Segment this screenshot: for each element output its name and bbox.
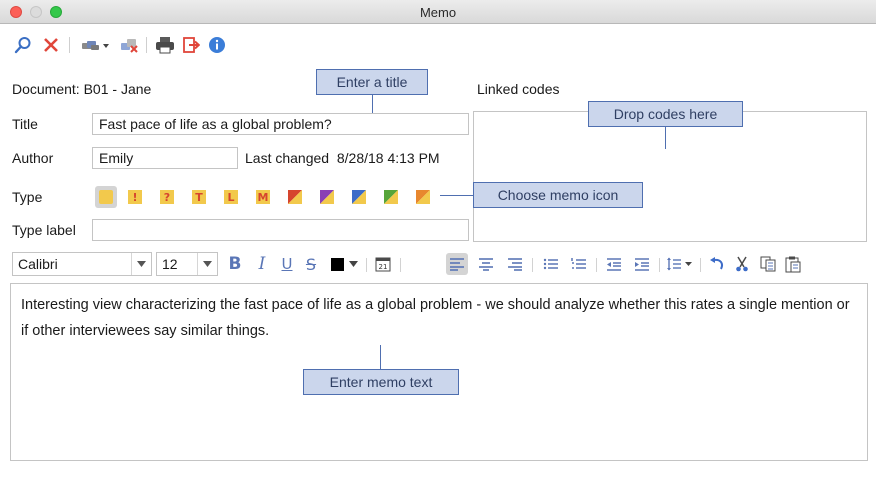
- callout-connector: [440, 195, 473, 196]
- toolbar-divider: [146, 37, 147, 53]
- memo-text[interactable]: Interesting view characterizing the fast…: [21, 292, 859, 344]
- linked-codes-label: Linked codes: [477, 81, 560, 97]
- export-icon[interactable]: [180, 34, 202, 56]
- align-left-button[interactable]: [446, 253, 468, 275]
- blue-yellow-icon: [352, 190, 366, 204]
- undo-icon[interactable]: [706, 253, 728, 275]
- type-label-field[interactable]: [92, 219, 469, 241]
- document-label: Document: B01 - Jane: [12, 81, 151, 97]
- question-icon: ?: [160, 190, 174, 204]
- info-icon[interactable]: [206, 34, 228, 56]
- chevron-down-icon: [131, 253, 151, 275]
- text-color-swatch: [330, 257, 344, 271]
- last-changed-label: Last changed: [245, 150, 330, 166]
- toolbar-divider: [596, 258, 597, 272]
- insert-date-icon[interactable]: 21: [372, 253, 394, 275]
- memo-type-green-yellow[interactable]: [380, 186, 402, 208]
- toolbar-divider: [69, 37, 70, 53]
- window-titlebar: Memo: [0, 0, 876, 24]
- callout-choose-icon: Choose memo icon: [473, 182, 643, 208]
- author-label: Author: [12, 150, 54, 166]
- bullet-list-button[interactable]: [540, 253, 562, 275]
- last-changed: Last changed 8/28/18 4:13 PM: [245, 150, 440, 166]
- callout-enter-title: Enter a title: [316, 69, 428, 95]
- memo-type-purple-yellow[interactable]: [316, 186, 338, 208]
- toolbar-divider: [532, 258, 533, 272]
- toolbar-divider: [659, 258, 660, 272]
- bold-button[interactable]: B: [224, 253, 246, 275]
- red-yellow-icon: [288, 190, 302, 204]
- document-name: B01 - Jane: [83, 81, 152, 97]
- align-center-button[interactable]: [475, 253, 497, 275]
- chevron-down-icon: [348, 261, 358, 267]
- title-field[interactable]: [92, 113, 469, 135]
- author-field[interactable]: [92, 147, 238, 169]
- window-bottom: [0, 470, 876, 490]
- font-family-value: Calibri: [18, 256, 58, 272]
- letter-t-icon: T: [192, 190, 206, 204]
- document-label-text: Document:: [12, 81, 80, 97]
- svg-text:21: 21: [379, 263, 388, 271]
- green-yellow-icon: [384, 190, 398, 204]
- delete-link-icon[interactable]: [118, 34, 140, 56]
- link-dropdown-icon[interactable]: [80, 34, 114, 56]
- close-icon[interactable]: [40, 34, 62, 56]
- last-changed-value: 8/28/18 4:13 PM: [336, 150, 440, 166]
- font-size-select[interactable]: 12: [156, 252, 218, 276]
- memo-type-orange-yellow[interactable]: [412, 186, 434, 208]
- memo-type-exclamation[interactable]: !: [124, 186, 146, 208]
- linked-codes-drop-area[interactable]: [473, 111, 867, 242]
- type-label-label: Type label: [12, 222, 76, 238]
- toolbar-divider: [700, 258, 701, 272]
- text-color-dropdown[interactable]: [346, 253, 360, 275]
- align-right-button[interactable]: [504, 253, 526, 275]
- memo-type-m[interactable]: M: [252, 186, 274, 208]
- memo-type-yellow-icon: [99, 190, 113, 204]
- toolbar-divider: [400, 258, 401, 272]
- memo-type-l[interactable]: L: [220, 186, 242, 208]
- indent-button[interactable]: [631, 253, 653, 275]
- purple-yellow-icon: [320, 190, 334, 204]
- strikethrough-button[interactable]: S: [300, 253, 322, 275]
- toolbar-divider: [366, 258, 367, 272]
- callout-enter-memo-text: Enter memo text: [303, 369, 459, 395]
- memo-type-question[interactable]: ?: [156, 186, 178, 208]
- memo-type-blue-yellow[interactable]: [348, 186, 370, 208]
- exclamation-icon: !: [128, 190, 142, 204]
- font-size-value: 12: [162, 256, 178, 272]
- title-label: Title: [12, 116, 38, 132]
- print-icon[interactable]: [154, 34, 176, 56]
- letter-m-icon: M: [256, 190, 270, 204]
- paste-icon[interactable]: [782, 253, 804, 275]
- main-toolbar: [0, 25, 876, 65]
- callout-drop-codes: Drop codes here: [588, 101, 743, 127]
- chevron-down-icon: [197, 253, 217, 275]
- callout-connector: [372, 95, 373, 113]
- cut-icon[interactable]: [731, 253, 753, 275]
- font-family-select[interactable]: Calibri: [12, 252, 152, 276]
- window-title: Memo: [419, 5, 457, 20]
- copy-icon[interactable]: [757, 253, 779, 275]
- line-spacing-button[interactable]: [665, 253, 695, 275]
- search-icon[interactable]: [12, 34, 34, 56]
- outdent-button[interactable]: [603, 253, 625, 275]
- text-color-button[interactable]: [326, 253, 348, 275]
- format-toolbar: Calibri 12 B I U S 21: [0, 248, 876, 280]
- letter-l-icon: L: [224, 190, 238, 204]
- callout-connector: [380, 345, 381, 369]
- memo-type-t[interactable]: T: [188, 186, 210, 208]
- memo-type-red-yellow[interactable]: [284, 186, 306, 208]
- underline-button[interactable]: U: [276, 253, 298, 275]
- callout-connector: [665, 127, 666, 149]
- orange-yellow-icon: [416, 190, 430, 204]
- type-label: Type: [12, 189, 43, 205]
- memo-type-yellow[interactable]: [95, 186, 117, 208]
- numbered-list-button[interactable]: [568, 253, 590, 275]
- italic-button[interactable]: I: [251, 253, 273, 275]
